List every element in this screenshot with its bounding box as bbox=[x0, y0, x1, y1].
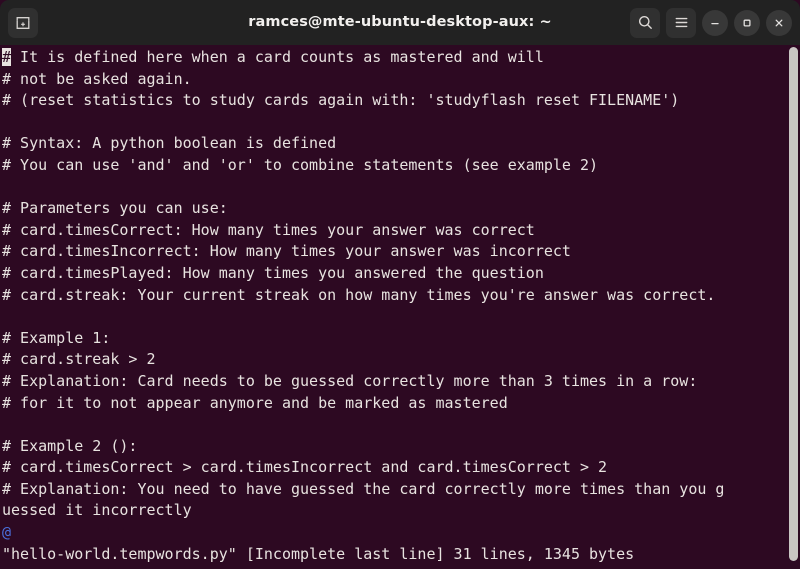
terminal-line: "hello-world.tempwords.py" [Incomplete l… bbox=[2, 544, 800, 566]
title-bar-right-controls bbox=[630, 7, 792, 38]
terminal-line-text: # for it to not appear anymore and be ma… bbox=[2, 393, 508, 412]
terminal-line-text: # Syntax: A python boolean is defined bbox=[2, 134, 337, 153]
scrollbar-thumb[interactable] bbox=[789, 47, 798, 561]
terminal-line: # Parameters you can use: bbox=[2, 198, 800, 220]
terminal-line: # (reset statistics to study cards again… bbox=[2, 90, 800, 112]
terminal-line: # for it to not appear anymore and be ma… bbox=[2, 393, 800, 415]
terminal-line-text: # Explanation: Card needs to be guessed … bbox=[2, 371, 698, 390]
terminal-line-text: # You can use 'and' and 'or' to combine … bbox=[2, 155, 599, 174]
terminal-line-text: # card.timesCorrect > card.timesIncorrec… bbox=[2, 458, 608, 477]
terminal-line: uessed it incorrectly bbox=[2, 500, 800, 522]
scrollbar-track[interactable] bbox=[787, 45, 800, 569]
terminal-cursor: # bbox=[2, 48, 12, 66]
terminal-line-text: # (reset statistics to study cards again… bbox=[2, 91, 680, 110]
terminal-line-text: uessed it incorrectly bbox=[2, 501, 192, 520]
terminal-line-text: # Example 2 (): bbox=[2, 436, 138, 455]
terminal-filler-marker: @ bbox=[2, 523, 12, 542]
terminal-line: # Explanation: You need to have guessed … bbox=[2, 479, 800, 501]
terminal-line-text: # card.streak > 2 bbox=[2, 350, 156, 369]
terminal-line: # card.streak: Your current streak on ho… bbox=[2, 285, 800, 307]
terminal-line-text: # card.timesIncorrect: How many times yo… bbox=[2, 242, 571, 261]
terminal-body[interactable]: # It is defined here when a card counts … bbox=[0, 45, 800, 569]
terminal-line: # You can use 'and' and 'or' to combine … bbox=[2, 155, 800, 177]
terminal-line: # card.timesPlayed: How many times you a… bbox=[2, 263, 800, 285]
terminal-line-text: # card.timesPlayed: How many times you a… bbox=[2, 263, 544, 282]
terminal-window: ramces@mte-ubuntu-desktop-aux: ~ # It is… bbox=[0, 0, 800, 569]
terminal-line-text: # Parameters you can use: bbox=[2, 199, 228, 218]
terminal-line: # Example 2 (): bbox=[2, 436, 800, 458]
terminal-line: # card.streak > 2 bbox=[2, 349, 800, 371]
terminal-line: # not be asked again. bbox=[2, 69, 800, 91]
terminal-line-text: # card.timesCorrect: How many times your… bbox=[2, 220, 535, 239]
terminal-line-text: It is defined here when a card counts as… bbox=[11, 48, 544, 66]
terminal-line: @ bbox=[2, 522, 800, 544]
terminal-line: # Example 1: bbox=[2, 328, 800, 350]
hamburger-menu-icon[interactable] bbox=[666, 7, 696, 38]
terminal-line: # card.timesIncorrect: How many times yo… bbox=[2, 241, 800, 263]
search-icon[interactable] bbox=[630, 7, 660, 38]
close-button[interactable] bbox=[766, 9, 792, 36]
terminal-line: # Syntax: A python boolean is defined bbox=[2, 133, 800, 155]
title-bar[interactable]: ramces@mte-ubuntu-desktop-aux: ~ bbox=[0, 0, 800, 45]
terminal-line-text: "hello-world.tempwords.py" [Incomplete l… bbox=[2, 544, 635, 563]
terminal-line: # Explanation: Card needs to be guessed … bbox=[2, 371, 800, 393]
terminal-line-text: # Explanation: You need to have guessed … bbox=[2, 479, 725, 498]
terminal-line-text: # Example 1: bbox=[2, 328, 111, 347]
terminal-line-text: # card.streak: Your current streak on ho… bbox=[2, 285, 716, 304]
terminal-line: # card.timesCorrect: How many times your… bbox=[2, 220, 800, 242]
minimize-button[interactable] bbox=[702, 9, 728, 36]
title-bar-left-controls bbox=[8, 7, 38, 38]
new-tab-icon[interactable] bbox=[8, 7, 38, 38]
terminal-line: # card.timesCorrect > card.timesIncorrec… bbox=[2, 457, 800, 479]
maximize-button[interactable] bbox=[734, 9, 760, 36]
terminal-line-text: # not be asked again. bbox=[2, 69, 192, 88]
terminal-line: # It is defined here when a card counts … bbox=[2, 47, 800, 69]
terminal-screen[interactable]: # It is defined here when a card counts … bbox=[2, 47, 800, 565]
